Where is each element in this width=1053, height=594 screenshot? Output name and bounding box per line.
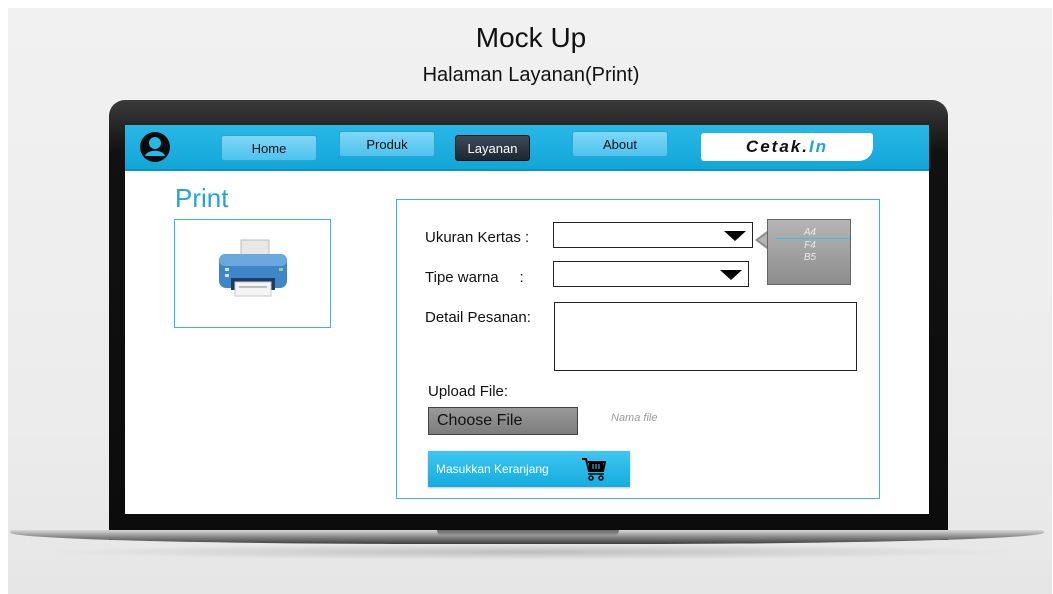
mockup-title: Mock Up: [475, 22, 587, 53]
paper-option-f4[interactable]: F4: [768, 240, 852, 251]
laptop-screen: Home Produk Layanan About Cetak.In Print…: [125, 125, 929, 514]
paper-size-options: A4 F4 B5: [767, 219, 851, 285]
chevron-down-icon[interactable]: [724, 231, 746, 241]
laptop-shadow: [40, 544, 1020, 560]
printer-icon: [219, 239, 287, 297]
paper-size-label: Ukuran Kertas :: [425, 229, 530, 246]
paper-option-a4[interactable]: A4: [768, 227, 852, 238]
nav-produk-button[interactable]: Produk: [339, 131, 435, 157]
page-title: Print: [175, 183, 229, 213]
nav-about-button[interactable]: About: [572, 131, 668, 157]
shopping-cart-icon: [582, 458, 607, 481]
add-to-cart-button[interactable]: Masukkan Keranjang: [428, 451, 630, 487]
mockup-subtitle: Halaman Layanan(Print): [422, 64, 640, 86]
add-to-cart-label: Masukkan Keranjang: [436, 462, 549, 476]
brand-logo[interactable]: Cetak.In: [701, 133, 873, 161]
paper-option-b5[interactable]: B5: [768, 252, 852, 263]
nav-home-button[interactable]: Home: [221, 135, 317, 161]
nav-layanan-button[interactable]: Layanan: [455, 135, 530, 161]
brand-logo-accent: In: [808, 137, 829, 156]
color-type-select[interactable]: [553, 261, 749, 287]
brand-logo-main: Cetak.: [745, 137, 809, 156]
order-detail-textarea[interactable]: [554, 302, 857, 371]
service-image-box: [174, 219, 331, 328]
chevron-down-icon[interactable]: [720, 270, 742, 280]
order-detail-label: Detail Pesanan:: [425, 309, 531, 326]
choose-file-button[interactable]: Choose File: [428, 407, 578, 435]
file-name-text: Nama file: [611, 412, 658, 424]
upload-file-label: Upload File:: [428, 383, 509, 400]
color-type-label: Tipe warna :: [425, 269, 524, 286]
laptop-base-notch: [437, 530, 619, 536]
paper-size-select[interactable]: [553, 222, 753, 248]
user-account-icon[interactable]: [139, 131, 171, 163]
navbar: Home Produk Layanan About Cetak.In: [125, 125, 929, 171]
option-highlight-line: [776, 238, 850, 239]
